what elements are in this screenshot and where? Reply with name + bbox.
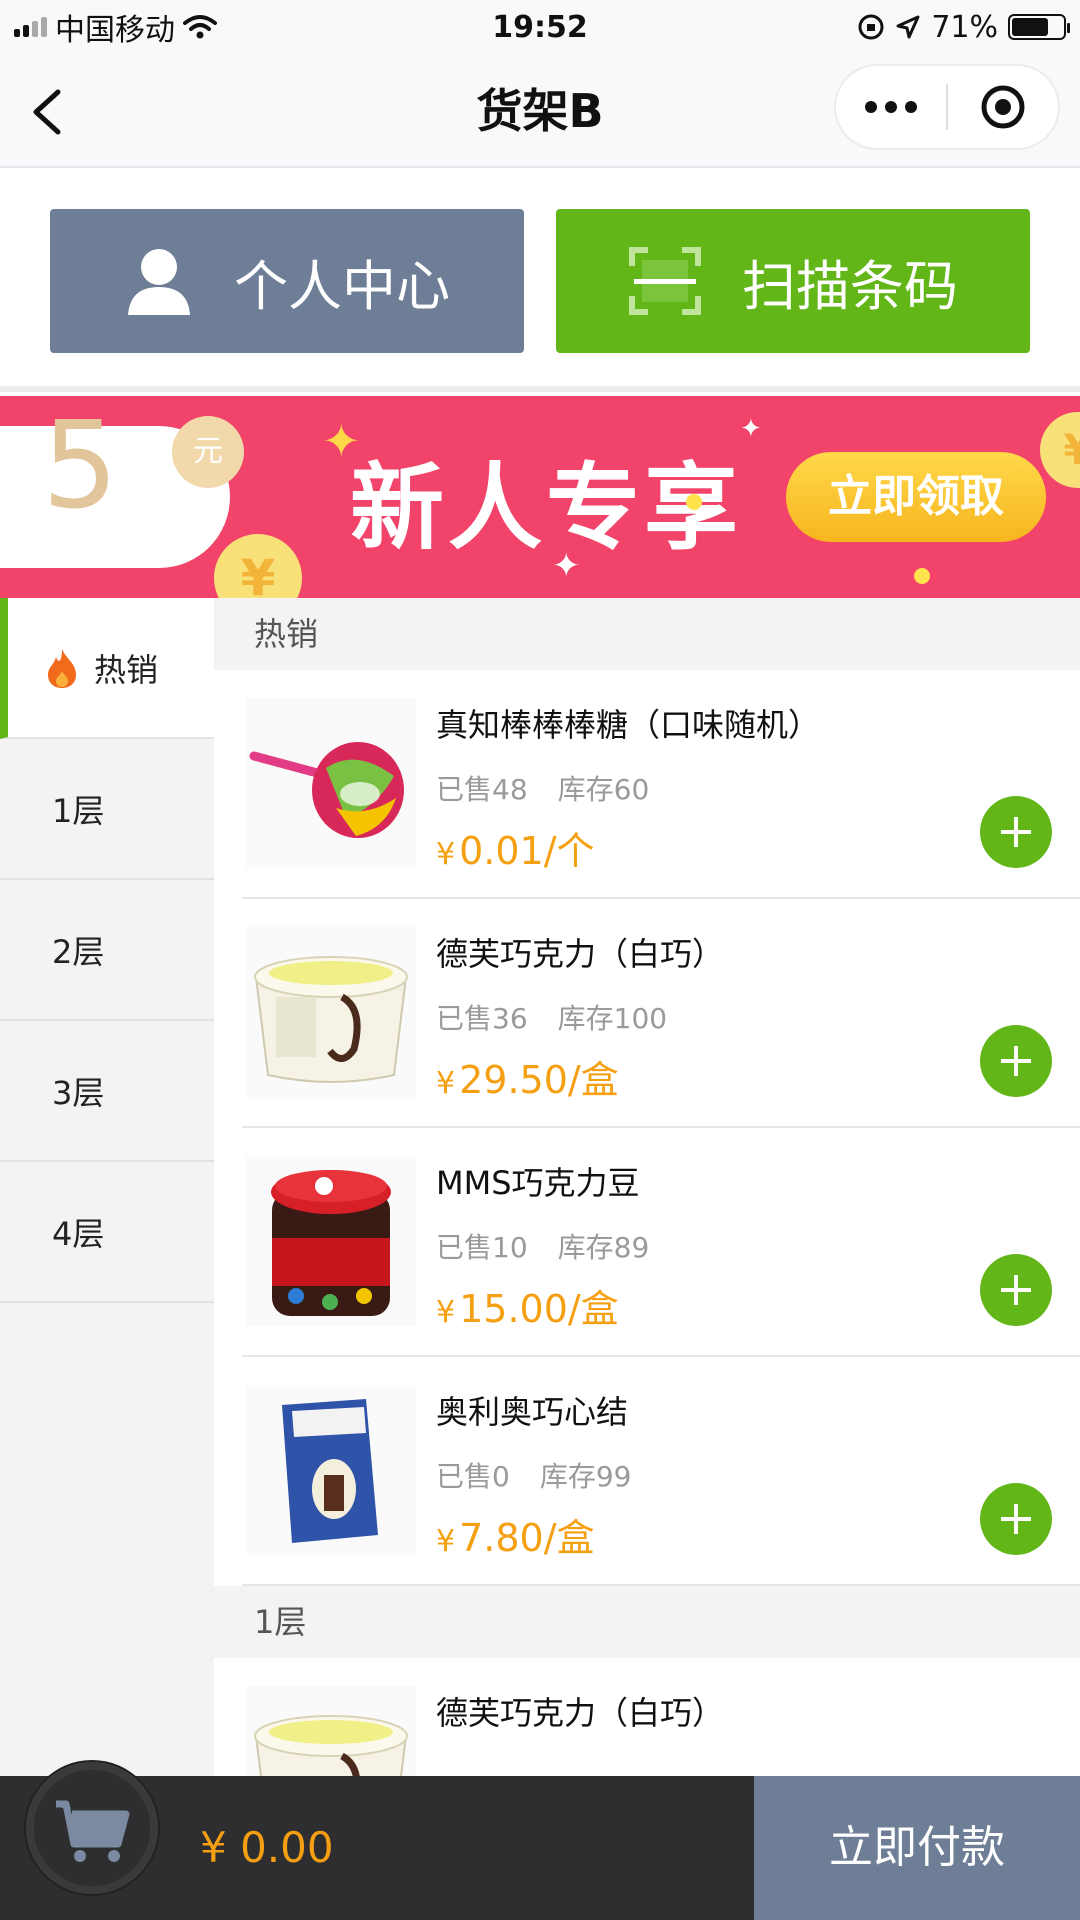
product-item[interactable]: 德芙巧克力（白巧） 已售36 库存100 ¥29.50/盒 [242,899,1080,1128]
add-to-cart-button[interactable] [980,1254,1052,1326]
sidebar-item-floor-2[interactable]: 2层 [0,880,214,1021]
battery-icon [1008,14,1070,40]
rotation-lock-icon [858,14,884,40]
product-sold: 已售10 [436,1231,528,1264]
oreo-box-image [246,1385,416,1555]
product-name: 真知棒棒棒糖（口味随机） [436,706,821,744]
nav-bar: 货架B [0,54,1080,168]
wifi-icon [183,15,217,39]
product-sold: 已售0 [436,1460,510,1493]
category-sidebar: 热销 1层 2层 3层 4层 [0,598,214,1778]
action-row: 个人中心 扫描条码 [0,170,1080,392]
cart-total: ¥ 0.00 [200,1823,334,1872]
sidebar-item-floor-4[interactable]: 4层 [0,1162,214,1303]
product-stock: 库存99 [539,1460,632,1493]
banner-title: 新人专享 [350,454,743,563]
promo-banner[interactable]: 5 元 ¥ ¥ ✦ ✦ ✦ 新人专享 立即领取 [0,396,1080,598]
add-to-cart-button[interactable] [980,1025,1052,1097]
coupon-unit-badge: 元 [172,416,244,488]
coin-icon-right: ¥ [1040,412,1080,488]
sidebar-item-hot[interactable]: 热销 [0,598,214,739]
scan-icon [629,247,701,315]
currency-symbol: ¥ [436,1295,456,1330]
lollipop-image [246,698,416,868]
currency-symbol: ¥ [436,1066,456,1101]
battery-percent: 71% [931,9,998,45]
product-stats: 已售0 库存99 [436,1455,631,1495]
add-to-cart-button[interactable] [980,796,1052,868]
user-icon [128,249,190,315]
product-item[interactable]: MMS巧克力豆 已售10 库存89 ¥15.00/盒 [242,1128,1080,1357]
section-header: 热销 [214,598,1080,670]
mini-program-capsule [834,64,1060,150]
cart-button[interactable] [26,1762,158,1894]
checkout-bar: ¥ 0.00 立即付款 [0,1762,1080,1920]
target-circle-icon[interactable] [948,66,1058,148]
price-value: 0.01/个 [459,829,595,873]
sparkle-icon: ✦ [740,414,762,444]
banner-dot [914,568,930,584]
currency-symbol: ¥ [436,837,456,872]
product-item[interactable]: 真知棒棒棒糖（口味随机） 已售48 库存60 ¥0.01/个 [242,670,1080,899]
product-stats: 已售10 库存89 [436,1226,649,1266]
scan-barcode-button[interactable]: 扫描条码 [556,209,1030,353]
product-stats: 已售48 库存60 [436,768,649,808]
currency-symbol: ¥ [436,1524,456,1559]
dove-chocolate-image [246,1686,416,1776]
pay-now-button[interactable]: 立即付款 [754,1776,1080,1920]
dove-chocolate-image [246,927,416,1097]
section-header: 1层 [214,1586,1080,1658]
signal-icon [14,17,47,37]
product-sold: 已售36 [436,1002,528,1035]
mms-jar-image [246,1156,416,1326]
product-sold: 已售48 [436,773,528,806]
more-dots-icon[interactable] [836,66,946,148]
product-item[interactable]: 德芙巧克力（白巧） [242,1658,1080,1776]
product-stock: 库存100 [557,1002,668,1035]
product-name: 奥利奥巧心结 [436,1393,629,1431]
user-center-label: 个人中心 [234,254,450,318]
product-stock: 库存89 [557,1231,650,1264]
product-list[interactable]: 热销 真知棒棒棒糖（口味随机） 已售48 库存60 ¥0.01/个 德芙巧克力（… [214,598,1080,1776]
scan-label: 扫描条码 [742,254,958,318]
product-name: 德芙巧克力（白巧） [436,935,725,973]
product-stats: 已售36 库存100 [436,997,667,1037]
fire-icon [48,648,76,688]
price-value: 15.00/盒 [459,1287,619,1331]
sidebar-item-floor-1[interactable]: 1层 [0,739,214,880]
product-price: ¥15.00/盒 [436,1278,619,1333]
banner-dot [686,494,702,510]
claim-coupon-button[interactable]: 立即领取 [786,452,1046,542]
page: 中国移动 19:52 71% 货架B 个人中心 扫描条码 5 元 ¥ ¥ ✦ ✦… [0,0,1080,1920]
carrier-label: 中国移动 [55,13,175,48]
cart-icon [56,1800,130,1862]
location-icon [896,15,920,39]
price-value: 7.80/盒 [459,1516,595,1560]
product-price: ¥0.01/个 [436,820,595,875]
sidebar-item-label: 4层 [52,1214,105,1253]
coupon-amount: 5 [42,397,119,536]
product-stock: 库存60 [557,773,650,806]
sidebar-item-label: 3层 [52,1073,105,1112]
product-name: MMS巧克力豆 [436,1164,640,1202]
product-price: ¥7.80/盒 [436,1507,595,1562]
user-center-button[interactable]: 个人中心 [50,209,524,353]
sidebar-item-label: 2层 [52,932,105,971]
sidebar-item-label: 1层 [52,791,105,830]
sidebar-item-floor-3[interactable]: 3层 [0,1021,214,1162]
status-right: 71% [857,9,1070,45]
price-value: 29.50/盒 [459,1058,619,1102]
coin-icon: ¥ [214,534,302,598]
product-price: ¥29.50/盒 [436,1049,619,1104]
product-item[interactable]: 奥利奥巧心结 已售0 库存99 ¥7.80/盒 [242,1357,1080,1586]
status-left: 中国移动 [14,5,217,49]
sidebar-item-label: 热销 [94,650,159,689]
product-name: 德芙巧克力（白巧） [436,1694,725,1732]
add-to-cart-button[interactable] [980,1483,1052,1555]
status-bar: 中国移动 19:52 71% [0,0,1080,54]
